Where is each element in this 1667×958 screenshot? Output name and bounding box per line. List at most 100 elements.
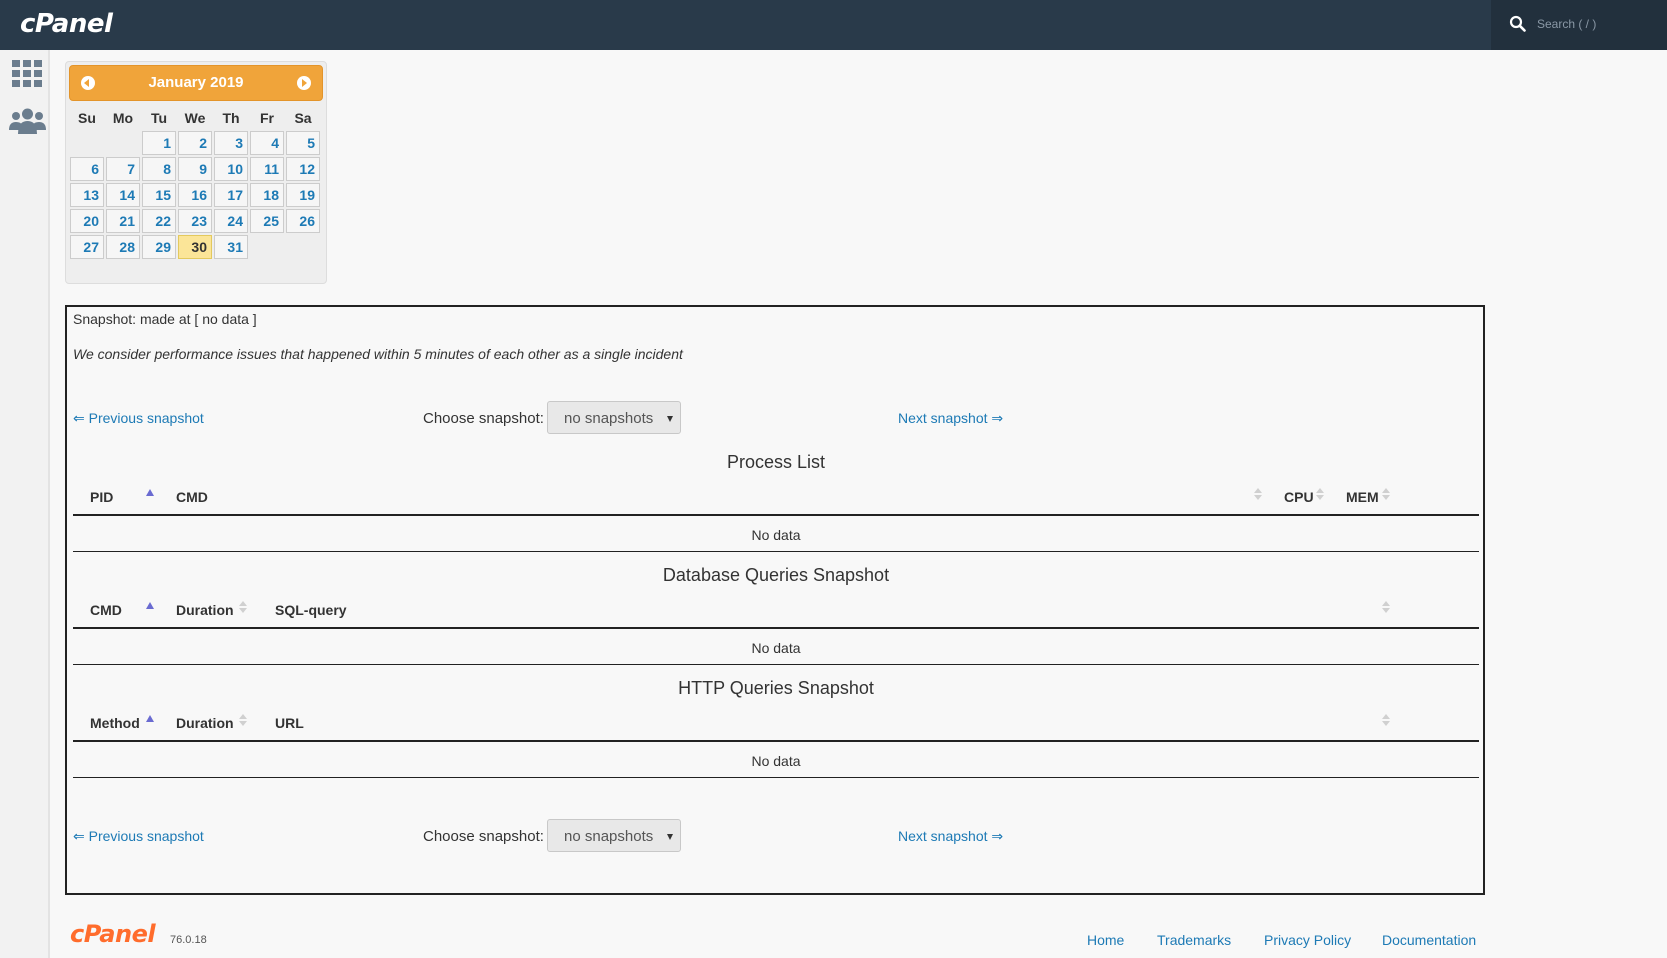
weekday-label: Th	[222, 110, 240, 126]
calendar-day[interactable]: 23	[178, 209, 212, 233]
cpanel-logo[interactable]: cPanel	[20, 9, 113, 39]
http-queries-title: HTTP Queries Snapshot	[678, 678, 874, 698]
calendar-day[interactable]: 26	[286, 209, 320, 233]
column-sql-query[interactable]: SQL-query	[275, 602, 347, 618]
choose-snapshot-label: Choose snapshot:	[423, 410, 544, 427]
footer-cpanel-logo[interactable]: cPanel	[70, 920, 156, 948]
calendar-day[interactable]: 12	[286, 157, 320, 181]
calendar-day[interactable]: 19	[286, 183, 320, 207]
snapshot-nav-top: ⇐ Previous snapshot Choose snapshot: no …	[73, 401, 1473, 435]
previous-snapshot-link[interactable]: ⇐ Previous snapshot	[73, 410, 204, 427]
footer-link-privacy-policy[interactable]: Privacy Policy	[1264, 932, 1351, 948]
top-bar: cPanel Search ( / )	[0, 0, 1667, 50]
calendar-day[interactable]: 29	[142, 235, 176, 259]
search-input[interactable]: Search ( / )	[1537, 17, 1596, 31]
footer-link-trademarks[interactable]: Trademarks	[1157, 932, 1231, 948]
column-cmd[interactable]: CMD	[90, 602, 122, 618]
calendar-day[interactable]: 20	[70, 209, 104, 233]
sidebar	[0, 50, 50, 958]
calendar-header: January 2019	[69, 65, 323, 101]
sort-ascending-icon	[146, 489, 154, 496]
snapshot-made-at: Snapshot: made at [ no data ]	[73, 311, 257, 327]
calendar-day[interactable]: 24	[214, 209, 248, 233]
calendar-day[interactable]: 4	[250, 131, 284, 155]
users-icon[interactable]	[9, 108, 46, 134]
weekday-label: Mo	[112, 110, 134, 126]
calendar-grid: Su Mo Tu We Th Fr Sa 1 2 3 4 5 6 7 8 9 10 11 12 13 14 15 16 17…	[68, 105, 322, 261]
column-mem[interactable]: MEM	[1346, 489, 1379, 505]
calendar-day[interactable]: 10	[214, 157, 248, 181]
column-url[interactable]: URL	[275, 715, 304, 731]
calendar-day[interactable]: 11	[250, 157, 284, 181]
snapshot-nav-bottom: ⇐ Previous snapshot Choose snapshot: no …	[73, 819, 1473, 853]
sort-icon	[239, 601, 247, 615]
sort-icon	[1316, 488, 1324, 502]
process-list-header: PID CMD CPU MEM	[73, 480, 1479, 516]
column-cpu[interactable]: CPU	[1284, 489, 1314, 505]
weekday-label: Su	[78, 110, 96, 126]
weekday-label: Sa	[294, 110, 312, 126]
choose-snapshot-label: Choose snapshot:	[423, 828, 544, 845]
date-picker-calendar: January 2019 Su Mo Tu We Th Fr Sa 1 2 3 4 5 6 7 8 9 10 1…	[65, 61, 327, 284]
sort-icon	[239, 714, 247, 728]
snapshot-select-value: no snapshots	[564, 828, 654, 845]
db-queries-header: CMD Duration SQL-query	[73, 593, 1479, 629]
search-icon	[1509, 15, 1526, 32]
weekday-label: Tu	[150, 110, 168, 126]
previous-snapshot-link[interactable]: ⇐ Previous snapshot	[73, 828, 204, 845]
calendar-day[interactable]: 1	[142, 131, 176, 155]
calendar-day-selected[interactable]: 30	[178, 235, 212, 259]
http-queries-empty: No data	[73, 744, 1479, 778]
snapshot-select[interactable]: no snapshots	[547, 819, 681, 852]
grid-icon[interactable]	[12, 60, 42, 88]
calendar-day[interactable]: 27	[70, 235, 104, 259]
next-snapshot-link[interactable]: Next snapshot ⇒	[898, 410, 1003, 427]
calendar-day[interactable]: 31	[214, 235, 248, 259]
incident-note: We consider performance issues that happ…	[73, 346, 683, 362]
db-queries-empty: No data	[73, 631, 1479, 665]
calendar-day[interactable]: 16	[178, 183, 212, 207]
sort-ascending-icon	[146, 715, 154, 722]
process-list-title: Process List	[726, 452, 826, 472]
column-duration[interactable]: Duration	[176, 602, 234, 618]
next-month-icon[interactable]	[297, 76, 311, 90]
calendar-empty-cell	[286, 235, 320, 259]
db-queries-title: Database Queries Snapshot	[662, 565, 890, 585]
calendar-day[interactable]: 18	[250, 183, 284, 207]
calendar-day[interactable]: 5	[286, 131, 320, 155]
snapshot-select[interactable]: no snapshots	[547, 401, 681, 434]
chevron-down-icon	[667, 834, 673, 840]
calendar-day[interactable]: 2	[178, 131, 212, 155]
calendar-day[interactable]: 17	[214, 183, 248, 207]
calendar-day[interactable]: 22	[142, 209, 176, 233]
column-cmd[interactable]: CMD	[176, 489, 208, 505]
calendar-day[interactable]: 21	[106, 209, 140, 233]
sort-icon	[1254, 488, 1262, 502]
calendar-empty-cell	[70, 131, 104, 155]
column-pid[interactable]: PID	[90, 489, 113, 505]
calendar-day[interactable]: 3	[214, 131, 248, 155]
process-list-empty: No data	[73, 518, 1479, 552]
calendar-day[interactable]: 6	[70, 157, 104, 181]
sort-ascending-icon	[146, 602, 154, 609]
footer-link-documentation[interactable]: Documentation	[1382, 932, 1476, 948]
search-box[interactable]: Search ( / )	[1491, 0, 1667, 50]
calendar-day[interactable]: 8	[142, 157, 176, 181]
snapshot-panel: Snapshot: made at [ no data ] We conside…	[65, 305, 1485, 895]
calendar-day[interactable]: 13	[70, 183, 104, 207]
footer-link-home[interactable]: Home	[1087, 932, 1124, 948]
calendar-day[interactable]: 25	[250, 209, 284, 233]
sort-icon	[1382, 488, 1390, 502]
previous-month-icon[interactable]	[81, 76, 95, 90]
column-method[interactable]: Method	[90, 715, 140, 731]
calendar-day[interactable]: 14	[106, 183, 140, 207]
calendar-day[interactable]: 9	[178, 157, 212, 181]
calendar-day[interactable]: 28	[106, 235, 140, 259]
column-duration[interactable]: Duration	[176, 715, 234, 731]
next-snapshot-link[interactable]: Next snapshot ⇒	[898, 828, 1003, 845]
calendar-empty-cell	[250, 235, 284, 259]
sort-icon	[1382, 601, 1390, 615]
calendar-day[interactable]: 7	[106, 157, 140, 181]
calendar-day[interactable]: 15	[142, 183, 176, 207]
chevron-down-icon	[667, 416, 673, 422]
